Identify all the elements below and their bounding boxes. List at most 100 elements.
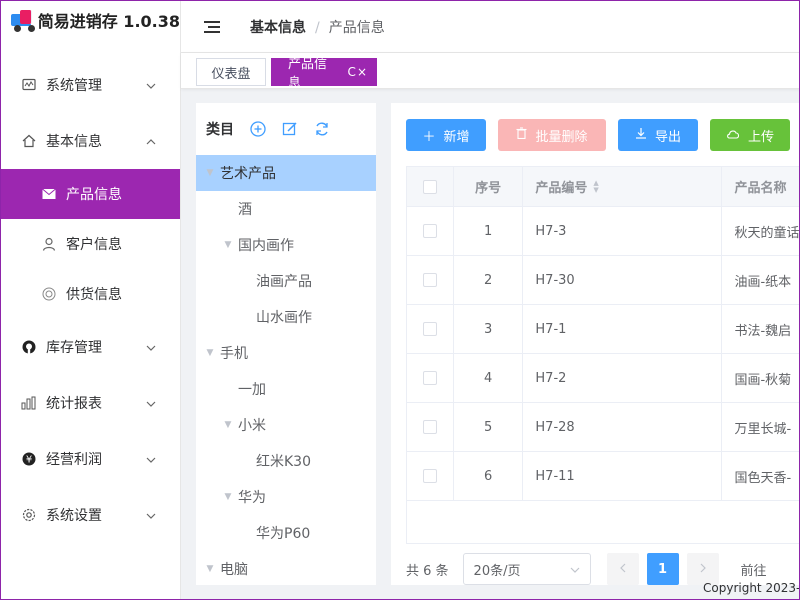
tree-node[interactable]: ▼ 电脑 (196, 551, 376, 587)
header-index: 序号 (454, 167, 524, 206)
caret-down-icon[interactable]: ▼ (222, 240, 234, 250)
tree-node[interactable]: 一加 (196, 371, 376, 407)
cloud-icon (726, 128, 740, 143)
plus-icon: ＋ (422, 129, 436, 145)
table-row[interactable]: 6 H7-11 国色天香- (407, 452, 799, 501)
tree-node-label: 电脑 (220, 562, 248, 578)
table-row[interactable]: 4 H7-2 国画-秋菊 (407, 354, 799, 403)
caret-down-icon[interactable]: ▼ (222, 492, 234, 502)
caret-down-icon[interactable]: ▼ (204, 168, 216, 178)
tree-node-label: 手机 (220, 346, 248, 362)
refresh-icon[interactable] (314, 121, 330, 137)
row-name: 书法-魏启 (734, 323, 792, 339)
tree-node[interactable]: ▼ 艺术产品 (196, 155, 376, 191)
sidebar-item-system-management[interactable]: 系统管理 (1, 57, 180, 113)
row-select-cell (407, 207, 454, 255)
row-checkbox[interactable] (422, 371, 437, 385)
row-index: 6 (454, 452, 524, 500)
breadcrumb-parent[interactable]: 基本信息 (250, 20, 306, 36)
tree-header: 类目 (196, 103, 376, 155)
batch-delete-button[interactable]: 批量删除 (498, 119, 606, 151)
menu-fold-icon[interactable] (204, 18, 220, 36)
sidebar-item-settings[interactable]: 系统设置 (1, 487, 180, 543)
pagination-total: 共 6 条 (406, 563, 449, 579)
sidebar-item-product-info[interactable]: 产品信息 (1, 169, 180, 219)
sidebar-item-profit[interactable]: ¥ 经营利润 (1, 431, 180, 487)
row-checkbox[interactable] (422, 469, 437, 483)
refresh-icon[interactable]: C (348, 65, 357, 79)
row-select-cell (407, 452, 454, 500)
row-checkbox[interactable] (422, 322, 437, 336)
monitor-icon (21, 77, 37, 93)
tree-node[interactable]: ▼ 华为 (196, 479, 376, 515)
caret-down-icon[interactable]: ▼ (204, 564, 216, 574)
edit-icon[interactable] (282, 121, 298, 137)
tree-node[interactable]: 红米K30 (196, 443, 376, 479)
row-index: 1 (454, 207, 524, 255)
tree-node-label: 一加 (238, 382, 266, 398)
table-row[interactable]: 1 H7-3 秋天的童话 (407, 207, 799, 256)
sidebar-item-supply-info[interactable]: 供货信息 (1, 269, 180, 319)
row-index: 5 (454, 403, 524, 451)
tree-node[interactable]: 山水画作 (196, 299, 376, 335)
chevron-down-icon (146, 341, 158, 354)
table-row[interactable]: 2 H7-30 油画-纸本 (407, 256, 799, 305)
sidebar-item-label: 统计报表 (46, 396, 102, 412)
tree-node[interactable]: ▼ 小米 (196, 407, 376, 443)
sidebar-item-customer-info[interactable]: 客户信息 (1, 219, 180, 269)
row-checkbox[interactable] (422, 224, 437, 238)
upload-button[interactable]: 上传 (710, 119, 790, 151)
table-row[interactable]: 5 H7-28 万里长城- (407, 403, 799, 452)
caret-down-icon[interactable]: ▼ (204, 348, 216, 358)
upload-label: 上传 (747, 129, 774, 145)
app-title: 简易进销存 1.0.38 (37, 12, 180, 31)
breadcrumb-separator: / (315, 19, 320, 36)
tree-node-label: 华为 (238, 490, 266, 506)
sidebar-item-label: 基本信息 (46, 134, 102, 150)
close-icon[interactable]: × (357, 65, 368, 79)
header-code[interactable]: 产品编号 ▲ ▼ (523, 167, 723, 206)
breadcrumb-current: 产品信息 (328, 19, 385, 36)
row-checkbox[interactable] (422, 420, 437, 434)
sort-icon[interactable]: ▲ ▼ (593, 179, 598, 194)
add-circle-icon[interactable] (250, 121, 266, 137)
github-icon (21, 339, 37, 355)
tree-node[interactable]: ▼ 国内画作 (196, 227, 376, 263)
sidebar-item-basic-info[interactable]: 基本信息 (1, 113, 180, 169)
add-button[interactable]: ＋ 新增 (406, 119, 486, 151)
export-button[interactable]: 导出 (618, 119, 698, 151)
caret-down-icon[interactable]: ▼ (222, 420, 234, 430)
chevron-down-icon (570, 562, 580, 577)
user-icon (41, 236, 57, 252)
sidebar-item-label: 系统设置 (46, 508, 102, 524)
sidebar-item-reports[interactable]: 统计报表 (1, 375, 180, 431)
tree-node-label: 红米K30 (256, 454, 311, 470)
target-icon (41, 286, 57, 302)
page-size-select[interactable]: 20条/页 (462, 553, 591, 585)
sidebar-item-inventory[interactable]: 库存管理 (1, 319, 180, 375)
sidebar-item-label: 产品信息 (66, 187, 122, 203)
tree-node[interactable]: 油画产品 (196, 263, 376, 299)
tree-node-label: 小米 (238, 418, 266, 434)
row-checkbox[interactable] (422, 273, 437, 287)
select-all-checkbox[interactable] (422, 179, 437, 194)
page-number-current[interactable]: 1 (646, 553, 679, 585)
row-code: H7-30 (523, 256, 723, 304)
chevron-right-icon (700, 562, 706, 577)
page-size-value: 20条/页 (473, 563, 521, 579)
batch-delete-label: 批量删除 (535, 129, 588, 145)
copyright: Copyright 2023- (703, 581, 800, 595)
row-select-cell (407, 256, 454, 304)
tab-product-info[interactable]: 产品信息 C× (271, 57, 377, 91)
product-panel: ＋新增 批量删除 导出 上传 序号 产品编号 ▲ ▼ 产品名称 1 H7-3 秋… (391, 103, 799, 585)
row-select-cell (407, 403, 454, 451)
header-name: 产品名称 (734, 181, 787, 196)
tab-dashboard[interactable]: 仪表盘 (196, 58, 266, 86)
truck-logo-icon (11, 8, 35, 32)
product-table: 序号 产品编号 ▲ ▼ 产品名称 1 H7-3 秋天的童话 2 H7-30 油画-纸本 3 H7… (406, 166, 799, 544)
tree-node[interactable]: 华为P60 (196, 515, 376, 551)
tree-node[interactable]: 酒 (196, 191, 376, 227)
tree-node[interactable]: ▼ 手机 (196, 335, 376, 371)
table-row[interactable]: 3 H7-1 书法-魏启 (407, 305, 799, 354)
prev-page-button[interactable] (606, 553, 639, 585)
